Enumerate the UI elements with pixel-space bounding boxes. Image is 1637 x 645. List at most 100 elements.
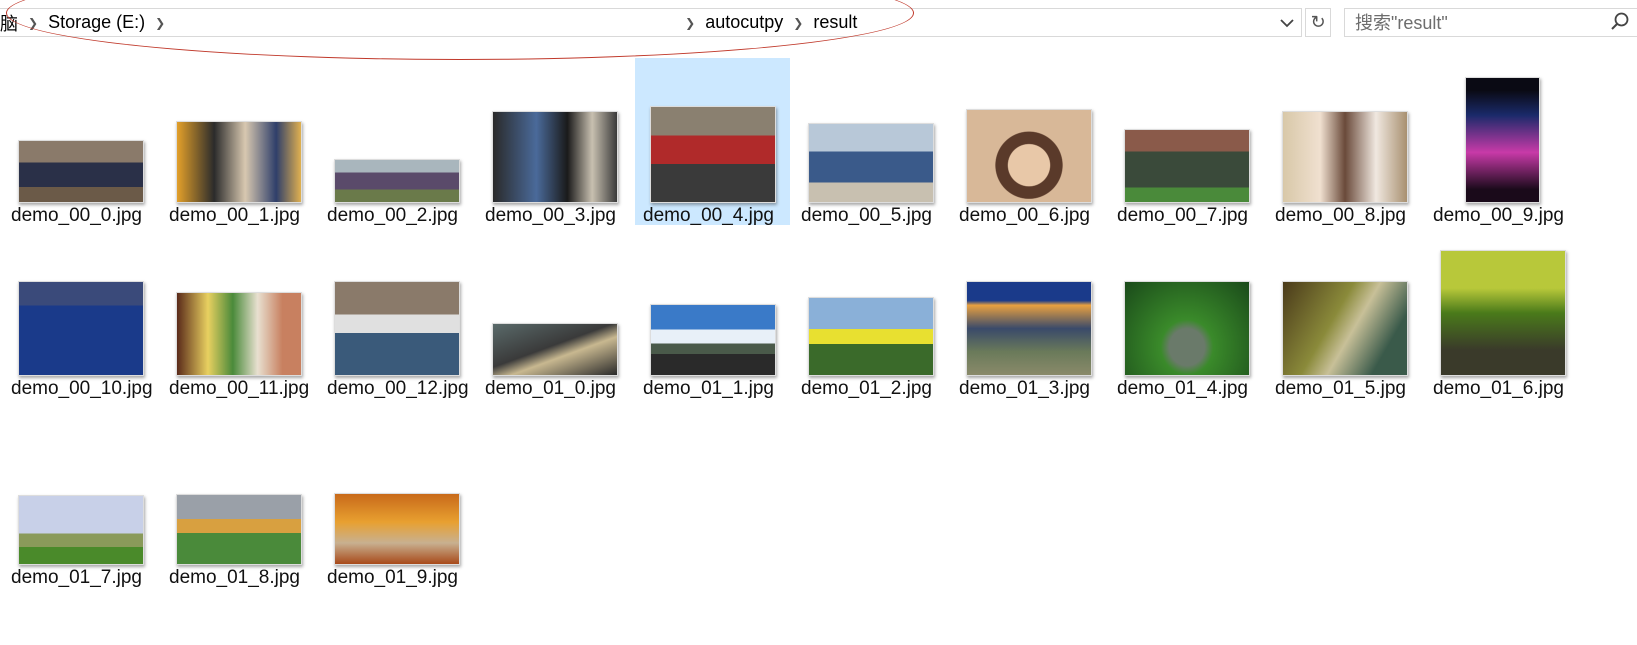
file-name[interactable]: demo_01_8.jpg: [169, 566, 319, 590]
thumbnail-area[interactable]: [3, 58, 158, 203]
breadcrumb-storage-drive[interactable]: Storage (E:): [44, 12, 149, 33]
file-thumbnail[interactable]: [1123, 129, 1250, 203]
file-name[interactable]: demo_00_4.jpg: [643, 204, 793, 228]
file-item[interactable]: demo_00_4.jpg: [635, 58, 793, 228]
file-thumbnail[interactable]: [1281, 111, 1408, 203]
file-item[interactable]: demo_01_8.jpg: [161, 420, 316, 600]
thumbnail-area[interactable]: [319, 231, 474, 376]
thumbnail-area[interactable]: [1267, 231, 1422, 376]
file-name[interactable]: demo_00_0.jpg: [11, 204, 161, 228]
file-item[interactable]: demo_00_7.jpg: [1109, 58, 1264, 238]
thumbnail-area[interactable]: [1425, 58, 1580, 203]
chevron-right-icon[interactable]: ❯: [22, 16, 44, 30]
file-thumbnail[interactable]: [17, 140, 144, 203]
file-thumbnail[interactable]: [333, 281, 460, 376]
file-item[interactable]: demo_00_0.jpg: [3, 58, 158, 238]
file-thumbnail[interactable]: [807, 123, 934, 203]
thumbnail-area[interactable]: [319, 420, 474, 565]
file-item[interactable]: demo_01_0.jpg: [477, 231, 632, 411]
file-thumbnail[interactable]: [1439, 250, 1566, 376]
file-item[interactable]: demo_00_10.jpg: [3, 231, 158, 411]
thumbnail-area[interactable]: [1425, 231, 1580, 376]
thumbnail-area[interactable]: [951, 58, 1106, 203]
chevron-right-icon[interactable]: ❯: [679, 16, 701, 30]
file-thumbnail[interactable]: [491, 111, 618, 203]
file-name[interactable]: demo_01_3.jpg: [959, 377, 1109, 401]
file-name[interactable]: demo_00_6.jpg: [959, 204, 1109, 228]
file-name[interactable]: demo_01_4.jpg: [1117, 377, 1267, 401]
file-item[interactable]: demo_01_3.jpg: [951, 231, 1106, 411]
file-name[interactable]: demo_01_7.jpg: [11, 566, 161, 590]
file-item[interactable]: demo_00_8.jpg: [1267, 58, 1422, 238]
thumbnail-area[interactable]: [635, 58, 790, 203]
thumbnail-area[interactable]: [3, 231, 158, 376]
thumbnail-area[interactable]: [635, 231, 790, 376]
file-thumbnail[interactable]: [965, 281, 1092, 376]
chevron-right-icon[interactable]: ❯: [787, 16, 809, 30]
file-thumbnail[interactable]: [333, 159, 460, 203]
file-name[interactable]: demo_00_10.jpg: [11, 377, 161, 401]
file-name[interactable]: demo_01_6.jpg: [1433, 377, 1583, 401]
file-name[interactable]: demo_00_1.jpg: [169, 204, 319, 228]
file-name[interactable]: demo_00_11.jpg: [169, 377, 319, 401]
thumbnail-area[interactable]: [1267, 58, 1422, 203]
thumbnail-area[interactable]: [161, 58, 316, 203]
file-name[interactable]: demo_01_1.jpg: [643, 377, 793, 401]
file-item[interactable]: demo_00_6.jpg: [951, 58, 1106, 238]
breadcrumb-autocutpy[interactable]: autocutpy: [701, 12, 787, 33]
file-name[interactable]: demo_01_0.jpg: [485, 377, 635, 401]
file-name[interactable]: demo_00_2.jpg: [327, 204, 477, 228]
thumbnail-area[interactable]: [477, 58, 632, 203]
search-input[interactable]: [1345, 9, 1607, 38]
file-name[interactable]: demo_01_9.jpg: [327, 566, 477, 590]
file-thumbnail[interactable]: [17, 495, 144, 565]
file-name[interactable]: demo_01_2.jpg: [801, 377, 951, 401]
file-item[interactable]: demo_01_7.jpg: [3, 420, 158, 600]
file-item[interactable]: demo_00_11.jpg: [161, 231, 316, 411]
file-item[interactable]: demo_00_1.jpg: [161, 58, 316, 238]
thumbnail-area[interactable]: [161, 231, 316, 376]
file-thumbnail[interactable]: [1465, 77, 1540, 203]
file-item[interactable]: demo_00_9.jpg: [1425, 58, 1580, 238]
file-name[interactable]: demo_00_3.jpg: [485, 204, 635, 228]
file-item[interactable]: demo_00_5.jpg: [793, 58, 948, 238]
file-thumbnail[interactable]: [175, 292, 302, 376]
chevron-down-icon[interactable]: [1275, 9, 1299, 36]
thumbnail-area[interactable]: [1109, 231, 1264, 376]
thumbnail-area[interactable]: [161, 420, 316, 565]
file-name[interactable]: demo_00_7.jpg: [1117, 204, 1267, 228]
file-thumbnail[interactable]: [649, 106, 776, 203]
thumbnail-area[interactable]: [477, 231, 632, 376]
file-item[interactable]: demo_01_9.jpg: [319, 420, 474, 600]
thumbnail-area[interactable]: [3, 420, 158, 565]
file-item[interactable]: demo_01_2.jpg: [793, 231, 948, 411]
thumbnail-area[interactable]: [319, 58, 474, 203]
chevron-right-icon[interactable]: ❯: [149, 16, 171, 30]
file-name[interactable]: demo_00_9.jpg: [1433, 204, 1583, 228]
thumbnail-area[interactable]: [793, 231, 948, 376]
file-name[interactable]: demo_01_5.jpg: [1275, 377, 1425, 401]
search-icon[interactable]: [1609, 11, 1631, 33]
file-thumbnail[interactable]: [175, 121, 302, 203]
refresh-button[interactable]: ↻: [1305, 8, 1331, 37]
file-item[interactable]: demo_01_5.jpg: [1267, 231, 1422, 411]
file-thumbnail[interactable]: [17, 281, 144, 376]
file-thumbnail[interactable]: [965, 109, 1092, 203]
file-thumbnail[interactable]: [1281, 281, 1408, 376]
thumbnail-area[interactable]: [793, 58, 948, 203]
file-name[interactable]: demo_00_5.jpg: [801, 204, 951, 228]
file-thumbnail[interactable]: [333, 493, 460, 565]
file-thumbnail[interactable]: [175, 494, 302, 565]
file-name[interactable]: demo_00_12.jpg: [327, 377, 477, 401]
file-thumbnail[interactable]: [491, 323, 618, 376]
file-item[interactable]: demo_01_4.jpg: [1109, 231, 1264, 411]
breadcrumb-partial[interactable]: 脑: [0, 10, 22, 36]
file-thumbnail[interactable]: [1123, 281, 1250, 376]
file-item[interactable]: demo_00_3.jpg: [477, 58, 632, 238]
file-item[interactable]: demo_00_2.jpg: [319, 58, 474, 238]
thumbnail-area[interactable]: [1109, 58, 1264, 203]
file-item[interactable]: demo_01_1.jpg: [635, 231, 790, 411]
thumbnail-area[interactable]: [951, 231, 1106, 376]
search-box[interactable]: [1344, 8, 1637, 38]
breadcrumb-result[interactable]: result: [809, 12, 861, 33]
